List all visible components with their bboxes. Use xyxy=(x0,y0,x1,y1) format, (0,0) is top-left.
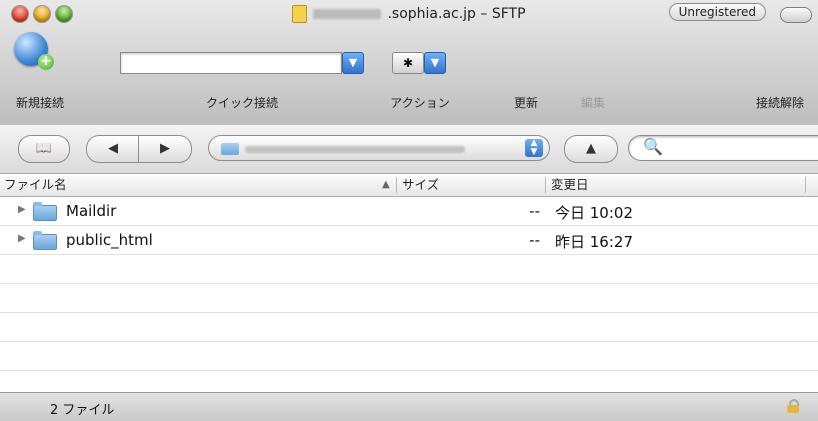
table-row[interactable]: ▶ Maildir -- 今日 10:02 xyxy=(0,197,818,226)
back-icon: ◀ xyxy=(108,141,118,156)
file-name: public_html xyxy=(66,231,153,249)
book-icon: 📖 xyxy=(35,141,53,156)
action-label: アクション xyxy=(390,96,450,110)
redacted-path xyxy=(245,146,465,153)
back-button[interactable]: ◀ xyxy=(86,135,139,163)
toolbar: + 新規接続 クイック接続 ▼ アクション ✱ ▼ ↻ 更新 xyxy=(0,28,818,120)
column-divider[interactable] xyxy=(545,177,546,193)
parent-directory-button[interactable]: ▲ xyxy=(564,135,618,163)
empty-row xyxy=(0,284,818,313)
disclosure-triangle-icon[interactable]: ▶ xyxy=(18,233,26,244)
table-row[interactable]: ▶ public_html -- 昨日 16:27 xyxy=(0,226,818,255)
toolbar-toggle-button[interactable] xyxy=(780,7,812,23)
new-connection-label: 新規接続 xyxy=(15,96,64,110)
forward-icon: ▶ xyxy=(160,141,170,156)
quick-connect-combo[interactable]: ▼ xyxy=(120,52,364,74)
disconnect-button[interactable]: ▲ 接続解除 xyxy=(742,28,818,118)
quick-connect-label: クイック接続 xyxy=(205,96,278,110)
stepper-icon: ▲ ▼ xyxy=(525,139,543,157)
sftp-window: .sophia.ac.jp – SFTP Unregistered + 新規接続… xyxy=(0,0,818,421)
column-header-modified[interactable]: 変更日 xyxy=(551,174,589,196)
file-list: ▶ Maildir -- 今日 10:02 ▶ public_html -- 昨… xyxy=(0,197,818,391)
file-name: Maildir xyxy=(66,202,117,220)
column-divider[interactable] xyxy=(805,177,806,193)
column-header-name[interactable]: ファイル名 xyxy=(4,174,67,196)
folder-icon xyxy=(33,231,57,250)
lock-body xyxy=(787,405,799,413)
empty-row xyxy=(0,342,818,371)
refresh-label: 更新 xyxy=(513,96,538,110)
edit-label: 編集 xyxy=(580,96,605,110)
file-modified: 今日 10:02 xyxy=(555,204,633,222)
disconnect-label: 接続解除 xyxy=(755,96,804,110)
search-input[interactable]: 🔍 xyxy=(628,135,818,161)
gear-icon[interactable]: ✱ xyxy=(392,52,424,74)
action-menu-button[interactable]: ✱ ▼ xyxy=(392,52,446,74)
column-header-size[interactable]: サイズ xyxy=(402,174,439,196)
folder-icon xyxy=(33,202,57,221)
status-bar: 2 ファイル xyxy=(0,392,818,421)
lock-icon xyxy=(787,399,799,413)
column-divider[interactable] xyxy=(396,177,397,193)
forward-button[interactable]: ▶ xyxy=(138,135,192,163)
item-count: 2 ファイル xyxy=(50,403,115,418)
chevron-down-icon[interactable]: ▼ xyxy=(424,52,446,74)
new-connection-button[interactable]: + 新規接続 xyxy=(0,28,80,118)
folder-icon xyxy=(221,143,239,155)
search-icon: 🔍 xyxy=(643,137,663,156)
refresh-button[interactable]: ↻ 更新 xyxy=(496,28,556,118)
path-popup[interactable]: ▲ ▼ xyxy=(208,135,550,161)
empty-row xyxy=(0,313,818,342)
file-size: -- xyxy=(529,231,540,249)
column-header: ファイル名 ▲ サイズ 変更日 xyxy=(0,174,818,197)
bookmarks-button[interactable]: 📖 xyxy=(18,135,70,163)
redacted-hostname xyxy=(313,9,382,19)
empty-row xyxy=(0,255,818,284)
chevron-down-icon[interactable]: ▼ xyxy=(342,52,364,74)
window-chrome: .sophia.ac.jp – SFTP Unregistered + 新規接続… xyxy=(0,0,818,126)
window-title-text: .sophia.ac.jp – SFTP xyxy=(387,6,526,22)
plus-icon: + xyxy=(38,54,54,70)
sort-ascending-icon: ▲ xyxy=(382,179,390,190)
titlebar: .sophia.ac.jp – SFTP Unregistered xyxy=(0,0,818,28)
disclosure-triangle-icon[interactable]: ▶ xyxy=(18,204,26,215)
up-arrow-icon: ▲ xyxy=(586,141,596,156)
file-size: -- xyxy=(529,202,540,220)
document-icon xyxy=(292,5,308,23)
edit-button[interactable]: 編集 xyxy=(566,28,620,118)
unregistered-badge[interactable]: Unregistered xyxy=(668,3,766,21)
navigation-bar: 📖 ◀ ▶ ▲ ▼ ▲ 🔍 xyxy=(0,125,818,174)
quick-connect-input[interactable] xyxy=(120,52,342,74)
file-modified: 昨日 16:27 xyxy=(555,233,633,251)
